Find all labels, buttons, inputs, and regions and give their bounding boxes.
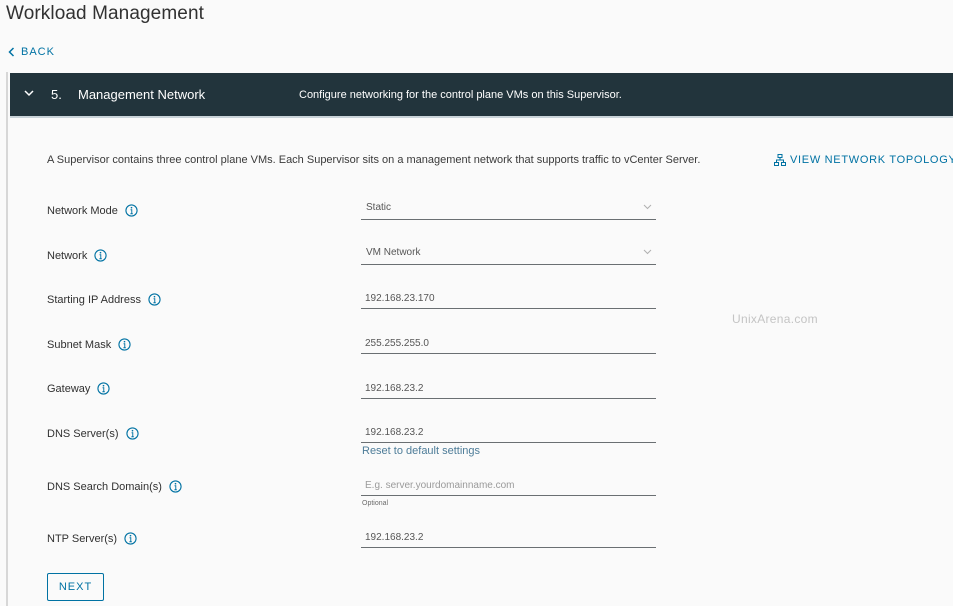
optional-helper-text: Optional (362, 500, 389, 507)
info-icon[interactable] (125, 427, 139, 440)
page-title: Workload Management (6, 3, 204, 24)
dns-search-domains-field[interactable] (361, 475, 656, 496)
label-text: Network (47, 249, 88, 262)
step-header[interactable]: 5. Management Network Configure networki… (10, 73, 953, 118)
dns-search-domains-input[interactable] (361, 476, 645, 495)
topology-link-label: VIEW NETWORK TOPOLOGY (790, 154, 953, 166)
starting-ip-input[interactable] (361, 289, 645, 308)
starting-ip-field[interactable] (361, 288, 656, 309)
chevron-left-icon (8, 47, 15, 57)
label-text: Starting IP Address (47, 293, 141, 306)
step-description: Configure networking for the control pla… (299, 88, 622, 101)
info-icon[interactable] (94, 249, 107, 262)
subnet-mask-label: Subnet Mask (47, 338, 131, 351)
back-label: BACK (21, 46, 55, 58)
dns-search-domains-label: DNS Search Domain(s) (47, 480, 182, 493)
dns-servers-label: DNS Server(s) (47, 427, 139, 440)
info-icon[interactable] (124, 532, 137, 545)
next-button[interactable]: NEXT (47, 573, 104, 601)
network-topology-icon (774, 154, 786, 166)
info-icon[interactable] (125, 204, 138, 217)
dns-servers-input[interactable] (361, 423, 645, 442)
view-network-topology-link[interactable]: VIEW NETWORK TOPOLOGY (774, 154, 953, 166)
step-number: 5. (51, 87, 62, 102)
intro-text: A Supervisor contains three control plan… (47, 154, 701, 166)
subnet-mask-field[interactable] (361, 333, 656, 354)
network-select[interactable]: VM Network (361, 244, 656, 265)
starting-ip-label: Starting IP Address (47, 293, 161, 306)
chevron-down-icon (643, 204, 652, 210)
ntp-servers-input[interactable] (361, 528, 645, 547)
label-text: Network Mode (47, 204, 118, 217)
back-button[interactable]: BACK (8, 46, 55, 58)
network-mode-select[interactable]: Static (361, 199, 656, 220)
label-text: Gateway (47, 382, 91, 395)
select-value: Static (366, 202, 392, 213)
select-value: VM Network (366, 247, 421, 258)
chevron-down-icon (643, 249, 652, 255)
gateway-input[interactable] (361, 379, 645, 398)
info-icon[interactable] (97, 382, 111, 395)
label-text: DNS Search Domain(s) (47, 480, 162, 493)
label-text: Subnet Mask (47, 338, 112, 351)
network-label: Network (47, 249, 107, 262)
info-icon[interactable] (118, 338, 131, 351)
gateway-field[interactable] (361, 378, 656, 399)
ntp-servers-label: NTP Server(s) (47, 532, 137, 545)
dns-servers-field[interactable] (361, 422, 656, 443)
info-icon[interactable] (169, 480, 182, 493)
step-name: Management Network (78, 87, 206, 102)
subnet-mask-input[interactable] (361, 334, 645, 353)
reset-default-settings-link[interactable]: Reset to default settings (362, 445, 480, 457)
label-text: NTP Server(s) (47, 532, 118, 545)
info-icon[interactable] (148, 293, 161, 306)
gateway-label: Gateway (47, 382, 111, 395)
label-text: DNS Server(s) (47, 427, 119, 440)
ntp-servers-field[interactable] (361, 527, 656, 548)
watermark: UnixArena.com (732, 312, 818, 326)
chevron-down-icon[interactable] (22, 86, 36, 100)
network-mode-label: Network Mode (47, 204, 138, 217)
